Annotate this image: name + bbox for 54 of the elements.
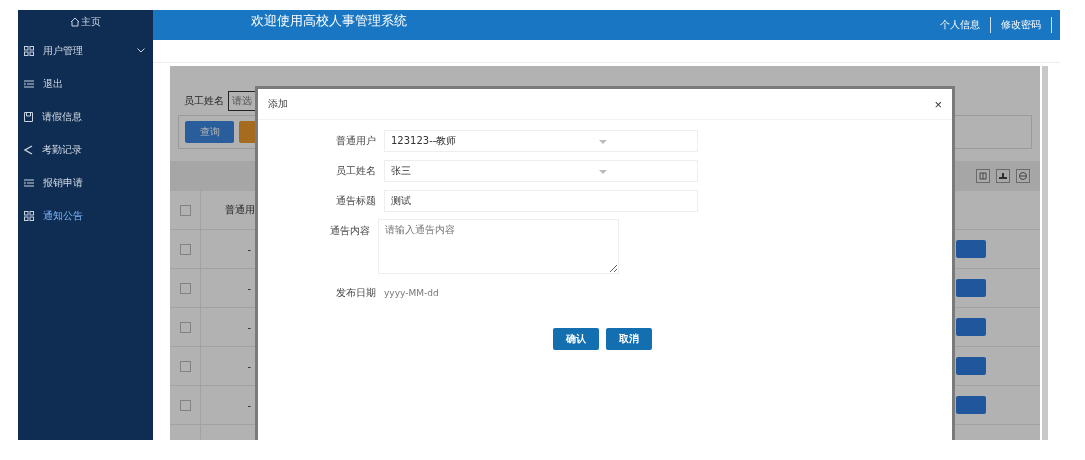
sidebar-item[interactable]: 考勤记录 <box>18 133 153 166</box>
select-all-checkbox[interactable] <box>179 204 191 216</box>
table-cell: - <box>247 282 251 294</box>
close-button[interactable]: × <box>932 96 944 112</box>
field-label: 通告内容 <box>329 224 370 238</box>
field-label: 发布日期 <box>335 286 376 300</box>
row-checkbox[interactable] <box>179 282 191 294</box>
select-field[interactable]: 123123--教师 <box>384 130 698 152</box>
list-icon <box>24 178 34 187</box>
dialog-title: 添加 <box>268 97 288 111</box>
sidebar-item[interactable]: 请假信息 <box>18 100 153 133</box>
row-action-button[interactable] <box>956 356 986 375</box>
row-action-button[interactable] <box>956 239 986 258</box>
scrollbar[interactable] <box>1042 66 1048 440</box>
grid-icon <box>24 45 34 56</box>
field-label: 员工姓名 <box>335 164 376 178</box>
grid-icon <box>24 210 34 221</box>
home-link[interactable]: 主页 <box>18 10 153 34</box>
row-checkbox[interactable] <box>179 360 191 372</box>
dropdown-icon <box>599 140 607 144</box>
table-cell: - <box>247 243 251 255</box>
app-title: 欢迎使用高校人事管理系统 <box>251 12 408 30</box>
export-icon[interactable] <box>996 169 1010 183</box>
field-label: 普通用户 <box>335 134 376 148</box>
table-cell: - <box>247 321 251 333</box>
sidebar-item[interactable]: 退出 <box>18 67 153 100</box>
search-label: 员工姓名 <box>184 94 224 108</box>
table-cell: - <box>247 399 251 411</box>
dropdown-icon <box>599 170 607 174</box>
list-icon <box>24 79 34 88</box>
sidebar-item[interactable]: 报销申请 <box>18 166 153 199</box>
row-checkbox[interactable] <box>179 243 191 255</box>
row-checkbox[interactable] <box>179 399 191 411</box>
table-cell: - <box>247 360 251 372</box>
sidebar-item[interactable]: 用户管理 <box>18 34 153 67</box>
document-icon <box>24 111 33 122</box>
share-icon <box>24 144 33 155</box>
confirm-button[interactable]: 确认 <box>553 328 599 350</box>
row-checkbox[interactable] <box>179 321 191 333</box>
textarea-field[interactable]: 请输入通告内容 <box>378 219 619 274</box>
column-header: 普通用 <box>225 203 255 215</box>
row-action-button[interactable] <box>956 395 986 414</box>
row-action-button[interactable] <box>956 317 986 336</box>
sidebar-item[interactable]: 通知公告 <box>18 199 153 232</box>
select-field[interactable]: 张三 <box>384 160 698 182</box>
field-label: 通告标题 <box>335 194 376 208</box>
header-link[interactable]: 修改密码 <box>991 18 1051 32</box>
header-link[interactable]: 个人信息 <box>930 18 990 32</box>
input-field[interactable]: 测试 <box>384 190 698 212</box>
home-icon <box>70 17 80 27</box>
cancel-button[interactable]: 取消 <box>606 328 652 350</box>
columns-icon[interactable] <box>976 169 990 183</box>
print-icon[interactable] <box>1016 169 1030 183</box>
row-action-button[interactable] <box>956 278 986 297</box>
